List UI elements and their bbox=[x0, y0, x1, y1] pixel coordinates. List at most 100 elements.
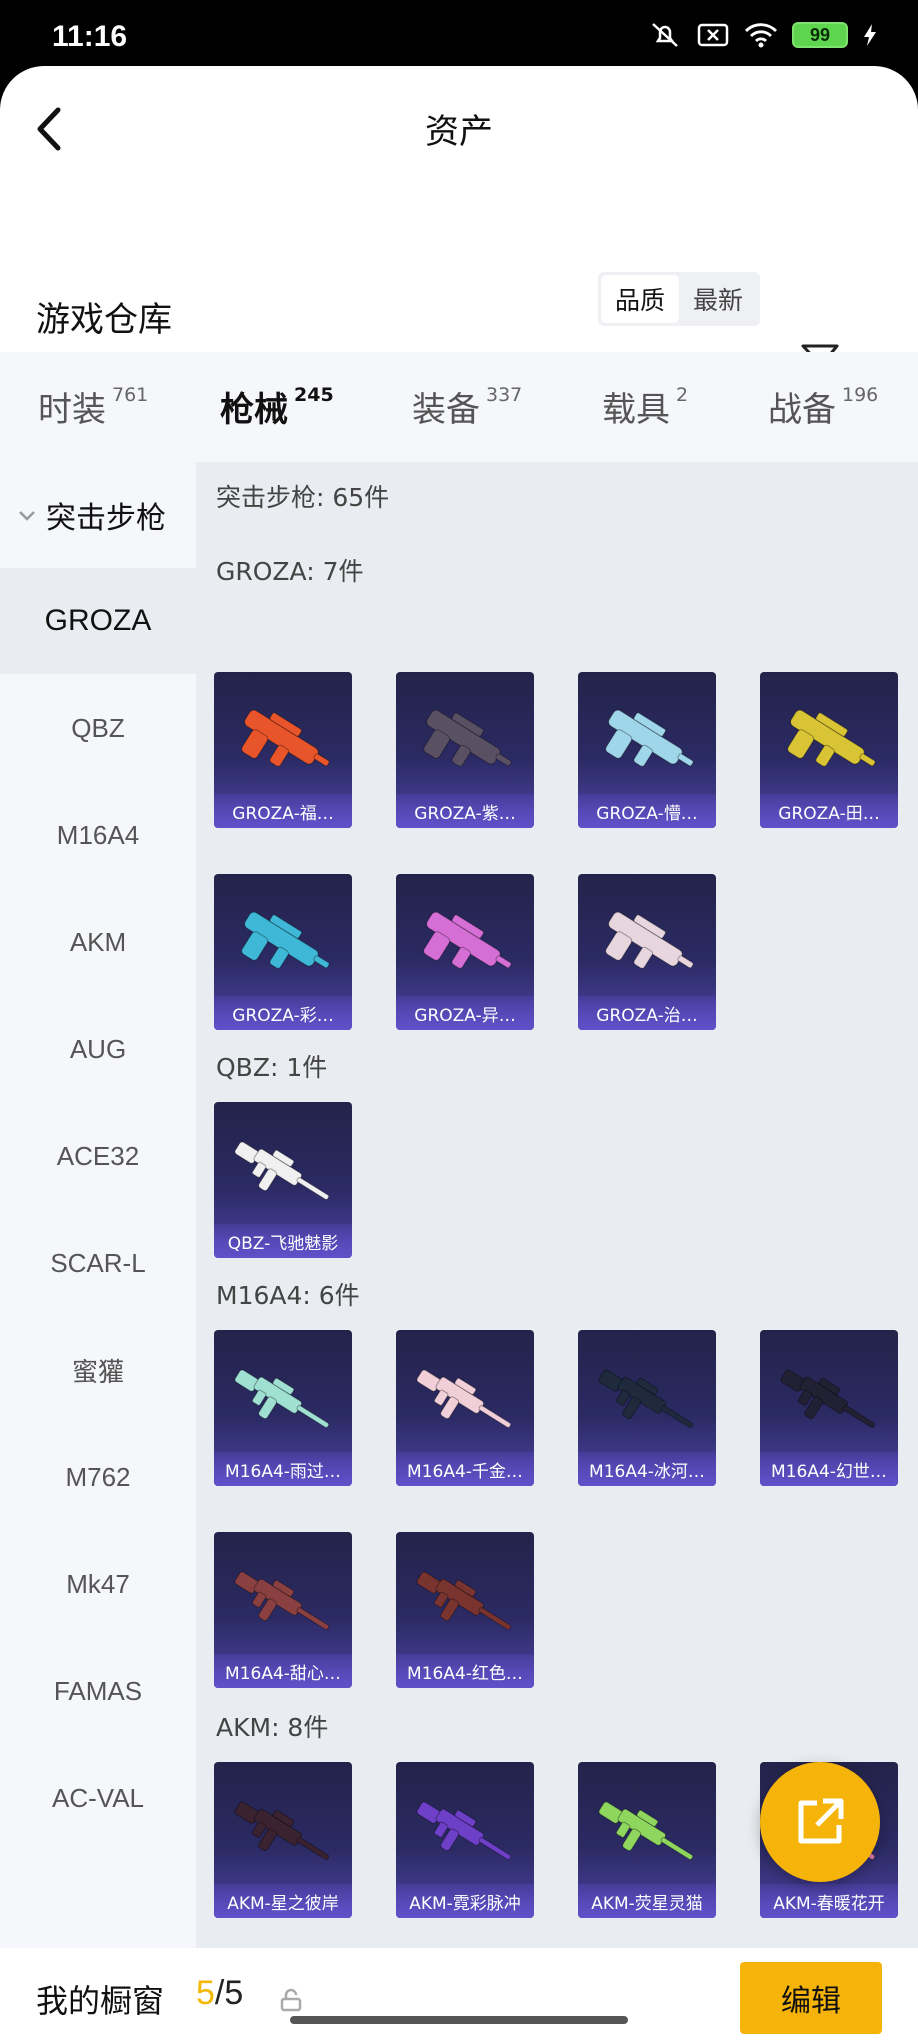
weapon-card[interactable]: GROZA-彩… bbox=[214, 874, 352, 1030]
weapon-skin-image bbox=[598, 1801, 694, 1860]
weapon-card[interactable]: M16A4-冰河… bbox=[578, 1330, 716, 1486]
weapon-skin-image bbox=[423, 709, 512, 767]
weapon-skin-image bbox=[605, 911, 694, 969]
wifi-icon bbox=[744, 22, 778, 48]
showcase-count: 5/5 bbox=[196, 1974, 243, 2013]
weapon-card-name: M16A4-红色… bbox=[396, 1654, 534, 1688]
tab-equipment[interactable]: 装备 337 bbox=[412, 382, 522, 431]
tab-label: 枪械 bbox=[220, 390, 288, 430]
weapon-card-name: GROZA-紫… bbox=[396, 794, 534, 828]
app-screen: 资产 游戏仓库 品质 最新 时装 761 枪械 245 装备 337 载具 2 战备 19… bbox=[0, 66, 918, 2040]
weapon-type-sidebar: 突击步枪 GROZA QBZ M16A4 AKM AUG ACE32 SCAR-… bbox=[0, 462, 196, 1948]
weapon-card[interactable]: QBZ-飞驰魅影 bbox=[214, 1102, 352, 1258]
tab-count: 761 bbox=[112, 384, 149, 406]
weapon-card-name: GROZA-彩… bbox=[214, 996, 352, 1030]
sidebar-item-m16a4[interactable]: M16A4 bbox=[0, 782, 196, 888]
weapon-card[interactable]: GROZA-田… bbox=[760, 672, 898, 828]
charging-icon bbox=[862, 22, 878, 48]
tab-guns[interactable]: 枪械 245 bbox=[220, 382, 334, 431]
top-navbar: 资产 bbox=[0, 66, 918, 186]
tab-label: 装备 bbox=[412, 390, 480, 430]
weapon-card[interactable]: GROZA-治… bbox=[578, 874, 716, 1030]
weapon-skin-image bbox=[423, 911, 512, 969]
weapon-skin-image bbox=[241, 709, 330, 767]
weapon-card[interactable]: AKM-星之彼岸 bbox=[214, 1762, 352, 1918]
weapon-card[interactable]: M16A4-千金… bbox=[396, 1330, 534, 1486]
battery-icon: 99 bbox=[792, 22, 848, 48]
showcase-count-current: 5 bbox=[196, 1974, 215, 2012]
weapon-card-name: QBZ-飞驰魅影 bbox=[214, 1224, 352, 1258]
sidebar-item-m762[interactable]: M762 bbox=[0, 1424, 196, 1530]
sort-option-newest[interactable]: 最新 bbox=[679, 275, 757, 323]
sidebar-item-mk47[interactable]: Mk47 bbox=[0, 1531, 196, 1637]
weapon-skin-image bbox=[605, 709, 694, 767]
weapon-card-name: M16A4-甜心… bbox=[214, 1654, 352, 1688]
sidebar-category-header[interactable]: 突击步枪 bbox=[0, 462, 196, 568]
warehouse-header: 游戏仓库 bbox=[0, 266, 918, 366]
weapon-skin-image bbox=[234, 1571, 330, 1630]
sidebar-item-ac-val[interactable]: AC-VAL bbox=[0, 1745, 196, 1851]
weapon-card[interactable]: GROZA-异… bbox=[396, 874, 534, 1030]
tab-label: 载具 bbox=[602, 390, 670, 430]
weapon-card[interactable]: M16A4-甜心… bbox=[214, 1532, 352, 1688]
sidebar-item-famas[interactable]: FAMAS bbox=[0, 1638, 196, 1744]
weapon-card-name: M16A4-幻世… bbox=[760, 1452, 898, 1486]
weapon-card-name: GROZA-福… bbox=[214, 794, 352, 828]
sidebar-item-aug[interactable]: AUG bbox=[0, 996, 196, 1102]
weapon-card[interactable]: M16A4-雨过… bbox=[214, 1330, 352, 1486]
weapon-card-name: M16A4-雨过… bbox=[214, 1452, 352, 1486]
sidebar-item-scar-l[interactable]: SCAR-L bbox=[0, 1210, 196, 1316]
weapon-card[interactable]: AKM-荧星灵猫 bbox=[578, 1762, 716, 1918]
sidebar-item-qbz[interactable]: QBZ bbox=[0, 675, 196, 781]
weapon-skin-image bbox=[234, 1141, 330, 1200]
weapon-card[interactable]: GROZA-福… bbox=[214, 672, 352, 828]
sort-toggle: 品质 最新 bbox=[598, 272, 760, 326]
weapon-card[interactable]: GROZA-懵… bbox=[578, 672, 716, 828]
weapon-card-name: GROZA-治… bbox=[578, 996, 716, 1030]
weapon-skin-image bbox=[234, 1801, 330, 1860]
section-label-qbz: QBZ: 1件 bbox=[216, 1053, 328, 1082]
weapon-skin-image bbox=[416, 1369, 512, 1428]
home-indicator[interactable] bbox=[290, 2016, 628, 2024]
weapon-card-name: M16A4-千金… bbox=[396, 1452, 534, 1486]
section-label-groza: GROZA: 7件 bbox=[216, 557, 364, 586]
weapon-card-name: AKM-春暖花开 bbox=[760, 1884, 898, 1918]
mute-icon bbox=[648, 22, 682, 48]
tab-count: 196 bbox=[842, 384, 879, 406]
tab-vehicles[interactable]: 载具 2 bbox=[602, 382, 688, 431]
showcase-label: 我的橱窗 bbox=[36, 1982, 165, 2020]
status-time: 11:16 bbox=[52, 20, 128, 53]
tab-label: 战备 bbox=[768, 390, 836, 430]
sidebar-item-honey-badger[interactable]: 蜜獾 bbox=[0, 1317, 196, 1423]
weapon-skin-image bbox=[416, 1801, 512, 1860]
weapon-card[interactable]: AKM-霓彩脉冲 bbox=[396, 1762, 534, 1918]
weapon-card-name: AKM-荧星灵猫 bbox=[578, 1884, 716, 1918]
sidebar-category-label: 突击步枪 bbox=[46, 501, 166, 536]
lock-icon bbox=[280, 1988, 302, 2012]
tab-supplies[interactable]: 战备 196 bbox=[768, 382, 878, 431]
tab-fashion[interactable]: 时装 761 bbox=[38, 382, 148, 431]
weapon-card[interactable]: GROZA-紫… bbox=[396, 672, 534, 828]
tab-count: 337 bbox=[486, 384, 523, 406]
weapon-card[interactable]: M16A4-红色… bbox=[396, 1532, 534, 1688]
tab-count: 245 bbox=[294, 384, 334, 406]
status-icons: 99 bbox=[648, 22, 878, 48]
weapon-skin-image bbox=[416, 1571, 512, 1630]
section-label-m16a4: M16A4: 6件 bbox=[216, 1281, 360, 1310]
weapon-card-name: AKM-霓彩脉冲 bbox=[396, 1884, 534, 1918]
weapon-card[interactable]: M16A4-幻世… bbox=[760, 1330, 898, 1486]
sort-option-quality[interactable]: 品质 bbox=[601, 275, 679, 323]
sidebar-item-ace32[interactable]: ACE32 bbox=[0, 1103, 196, 1209]
weapon-skin-image bbox=[598, 1369, 694, 1428]
chevron-down-icon bbox=[19, 511, 35, 521]
sidebar-item-groza[interactable]: GROZA bbox=[0, 568, 196, 674]
tab-label: 时装 bbox=[38, 390, 106, 430]
sidebar-item-akm[interactable]: AKM bbox=[0, 889, 196, 995]
weapon-card-name: M16A4-冰河… bbox=[578, 1452, 716, 1486]
edit-button[interactable]: 编辑 bbox=[740, 1962, 882, 2034]
share-fab[interactable] bbox=[760, 1762, 880, 1882]
showcase-bar: 我的橱窗 5/5 编辑 bbox=[0, 1948, 918, 2040]
page-title: 资产 bbox=[425, 112, 493, 152]
weapon-skin-image bbox=[787, 709, 876, 767]
weapon-grid: 突击步枪: 65件 GROZA: 7件 GROZA-福… GROZA-紫… GR… bbox=[196, 462, 918, 1948]
